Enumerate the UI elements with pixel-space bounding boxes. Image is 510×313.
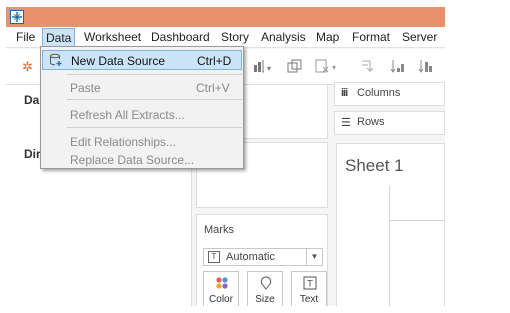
duplicate-sheet-icon[interactable] (287, 59, 303, 76)
show-me-chart-icon[interactable]: ▾ (253, 59, 275, 76)
dimensions-label: Dir (24, 147, 41, 161)
text-icon: T (303, 276, 317, 290)
rows-shelf[interactable]: ☰ Rows (334, 111, 445, 135)
clear-sheet-icon[interactable]: ▾ (315, 59, 339, 76)
menu-server[interactable]: Server (402, 30, 437, 44)
sheet-title[interactable]: Sheet 1 (345, 156, 404, 176)
menu-refresh-all-extracts[interactable]: Refresh All Extracts... (42, 105, 242, 125)
menu-map[interactable]: Map (316, 30, 339, 44)
paste-label: Paste (70, 81, 101, 95)
rows-label: Rows (357, 116, 385, 128)
menu-separator (67, 74, 242, 75)
menu-bar: File Data Worksheet Dashboard Story Anal… (6, 27, 445, 48)
text-button[interactable]: T Text (291, 271, 327, 306)
menu-replace-data-source[interactable]: Replace Data Source... (42, 150, 242, 170)
menu-edit-relationships[interactable]: Edit Relationships... (42, 132, 242, 152)
menu-story[interactable]: Story (221, 30, 249, 44)
chevron-down-icon: ▼ (306, 249, 322, 265)
new-data-source-shortcut: Ctrl+D (197, 54, 232, 68)
svg-text:▾: ▾ (267, 64, 271, 73)
paste-shortcut: Ctrl+V (196, 81, 230, 95)
sort-descending-icon[interactable] (418, 59, 434, 76)
tableau-logo-icon[interactable]: ✲ (22, 59, 33, 75)
menu-format[interactable]: Format (352, 30, 390, 44)
new-data-source-label: New Data Source (71, 54, 166, 68)
columns-label: Columns (357, 87, 401, 99)
color-icon (216, 277, 228, 289)
sheet-view[interactable]: Sheet 1 (336, 143, 445, 306)
add-datasource-icon (50, 53, 62, 66)
app-icon (10, 10, 24, 24)
mark-type-dropdown[interactable]: T Automatic ▼ (203, 248, 323, 266)
replace-data-source-label: Replace Data Source... (70, 153, 195, 167)
size-label: Size (255, 294, 275, 305)
size-button[interactable]: Size (247, 271, 283, 306)
svg-text:T: T (306, 280, 313, 290)
color-label: Color (209, 294, 233, 305)
axis-divider-horizontal (389, 220, 445, 221)
menu-file[interactable]: File (16, 30, 35, 44)
menu-worksheet[interactable]: Worksheet (84, 30, 141, 44)
swap-icon[interactable] (360, 59, 376, 76)
title-bar (6, 7, 445, 27)
text-label: Text (299, 294, 319, 305)
menu-analysis[interactable]: Analysis (261, 30, 306, 44)
mark-type-value: Automatic (226, 251, 275, 263)
color-button[interactable]: Color (203, 271, 239, 306)
text-mark-icon: T (208, 251, 220, 263)
refresh-all-extracts-label: Refresh All Extracts... (70, 108, 185, 122)
menu-separator (67, 127, 242, 128)
menu-paste[interactable]: Paste Ctrl+V (42, 78, 242, 98)
marks-card: Marks T Automatic ▼ Color Size T Text (196, 214, 328, 306)
edit-relationships-label: Edit Relationships... (70, 135, 177, 149)
data-pane-title: Da (24, 93, 40, 107)
columns-icon: iii (341, 87, 348, 99)
data-menu-dropdown: New Data Source Ctrl+D Paste Ctrl+V Refr… (40, 46, 244, 169)
menu-separator (67, 99, 242, 100)
size-icon (260, 276, 272, 290)
svg-text:▾: ▾ (332, 63, 336, 72)
sort-ascending-icon[interactable] (390, 59, 406, 76)
menu-new-data-source[interactable]: New Data Source Ctrl+D (42, 50, 242, 70)
marks-title: Marks (204, 224, 234, 236)
rows-icon: ☰ (341, 117, 351, 129)
columns-shelf[interactable]: iii Columns (334, 82, 445, 106)
axis-divider-vertical (389, 186, 390, 306)
menu-dashboard[interactable]: Dashboard (151, 30, 210, 44)
menu-data[interactable]: Data (42, 28, 76, 48)
